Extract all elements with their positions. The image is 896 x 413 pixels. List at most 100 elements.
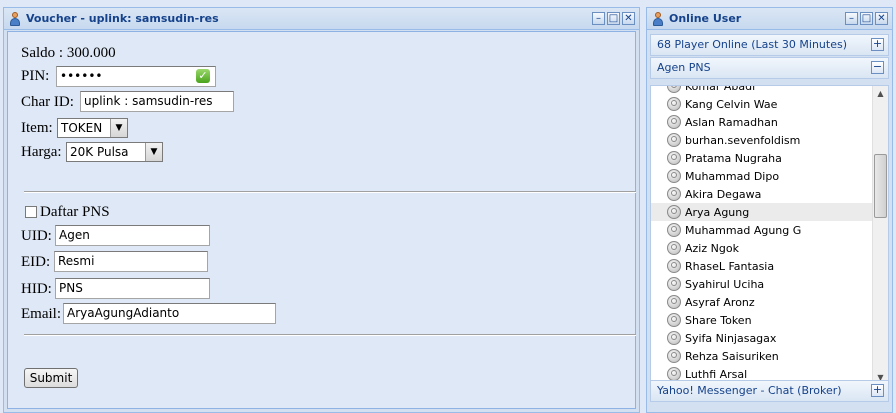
user-list-items: Komar Abadi Kang Celvin Wae Aslan Ramadhan… — [651, 85, 872, 383]
online-players-label: 68 Player Online (Last 30 Minutes) — [657, 38, 847, 51]
daftar-pns-label: Daftar PNS — [40, 204, 110, 220]
user-name: Syifa Ninjasagax — [685, 331, 777, 345]
user-name: Akira Degawa — [685, 187, 762, 201]
eid-input[interactable]: Resmi — [54, 251, 208, 272]
submit-button[interactable]: Submit — [24, 368, 78, 388]
chevron-down-icon[interactable]: ▼ — [110, 119, 127, 137]
online-user-titlebar[interactable]: Online User – □ ✕ — [647, 8, 892, 30]
list-item[interactable]: Aziz Ngok — [651, 239, 872, 257]
hid-label: HID: — [21, 281, 52, 297]
list-item[interactable]: Rehza Saisuriken — [651, 347, 872, 365]
list-item[interactable]: Muhammad Dipo — [651, 167, 872, 185]
list-item[interactable]: Akira Degawa — [651, 185, 872, 203]
user-name: RhaseL Fantasia — [685, 259, 775, 273]
scrollbar[interactable]: ▲ ▼ — [872, 86, 888, 385]
char-id-input[interactable]: uplink : samsudin-res — [80, 91, 234, 112]
list-item[interactable]: Syahirul Uciha — [651, 275, 872, 293]
list-item[interactable]: Kang Celvin Wae — [651, 95, 872, 113]
online-user-window: Online User – □ ✕ 68 Player Online (Last… — [646, 7, 893, 413]
user-status-icon — [667, 295, 681, 309]
voucher-form: Saldo : 300.000 PIN: •••••• ✓ Char ID: u… — [7, 31, 636, 409]
user-name: burhan.sevenfoldism — [685, 133, 801, 147]
list-item[interactable]: Arya Agung — [651, 203, 872, 221]
user-status-icon — [667, 133, 681, 147]
user-name: Kang Celvin Wae — [685, 97, 778, 111]
user-list[interactable]: Komar Abadi Kang Celvin Wae Aslan Ramadhan… — [650, 85, 889, 386]
maximize-icon[interactable]: □ — [860, 12, 873, 25]
list-item[interactable]: Asyraf Aronz — [651, 293, 872, 311]
online-players-section[interactable]: 68 Player Online (Last 30 Minutes) + — [650, 34, 889, 56]
user-name: Aziz Ngok — [685, 241, 739, 255]
plus-icon[interactable]: + — [871, 38, 884, 51]
user-name: Asyraf Aronz — [685, 295, 755, 309]
checkmark-icon: ✓ — [196, 69, 210, 83]
list-item[interactable]: Pratama Nugraha — [651, 149, 872, 167]
list-item[interactable]: Komar Abadi — [651, 85, 872, 95]
scrollbar-thumb[interactable] — [874, 154, 887, 218]
list-item[interactable]: RhaseL Fantasia — [651, 257, 872, 275]
user-status-icon — [667, 86, 681, 93]
minimize-icon[interactable]: – — [592, 12, 605, 25]
user-status-icon — [667, 241, 681, 255]
minus-icon[interactable]: − — [871, 61, 884, 74]
list-item[interactable]: burhan.sevenfoldism — [651, 131, 872, 149]
user-name: Arya Agung — [685, 205, 750, 219]
minimize-icon[interactable]: – — [845, 12, 858, 25]
scroll-up-icon[interactable]: ▲ — [873, 86, 888, 101]
user-status-icon — [667, 115, 681, 129]
user-status-icon — [667, 97, 681, 111]
hid-input[interactable]: PNS — [55, 278, 210, 299]
close-icon[interactable]: ✕ — [622, 12, 635, 25]
user-status-icon — [667, 349, 681, 363]
harga-select[interactable]: 20K Pulsa ▼ — [66, 142, 163, 162]
user-status-icon — [667, 313, 681, 327]
user-icon — [651, 11, 665, 26]
list-item[interactable]: Share Token — [651, 311, 872, 329]
chevron-down-icon[interactable]: ▼ — [145, 143, 162, 161]
agen-pns-section[interactable]: Agen PNS − — [650, 57, 889, 79]
list-item[interactable]: Syifa Ninjasagax — [651, 329, 872, 347]
item-select[interactable]: TOKEN ▼ — [57, 118, 128, 138]
user-name: Komar Abadi — [685, 85, 756, 93]
window-title: Voucher - uplink: samsudin-res — [26, 12, 219, 25]
user-status-icon — [667, 151, 681, 165]
user-status-icon — [667, 205, 681, 219]
harga-label: Harga: — [21, 144, 62, 160]
user-name: Share Token — [685, 313, 752, 327]
window-title: Online User — [669, 12, 742, 25]
char-id-label: Char ID: — [21, 94, 74, 110]
uid-input[interactable]: Agen — [55, 225, 210, 246]
user-name: Pratama Nugraha — [685, 151, 782, 165]
eid-label: EID: — [21, 254, 51, 270]
user-status-icon — [667, 331, 681, 345]
user-status-icon — [667, 169, 681, 183]
daftar-pns-checkbox[interactable] — [25, 206, 37, 218]
maximize-icon[interactable]: □ — [607, 12, 620, 25]
uid-label: UID: — [21, 228, 52, 244]
close-icon[interactable]: ✕ — [875, 12, 888, 25]
plus-icon[interactable]: + — [871, 384, 884, 397]
list-item[interactable]: Aslan Ramadhan — [651, 113, 872, 131]
voucher-titlebar[interactable]: Voucher - uplink: samsudin-res – □ ✕ — [4, 8, 639, 30]
user-status-icon — [667, 187, 681, 201]
yahoo-chat-section[interactable]: Yahoo! Messenger - Chat (Broker) + — [650, 380, 889, 402]
user-status-icon — [667, 223, 681, 237]
harga-select-value: 20K Pulsa — [70, 145, 129, 159]
email-label: Email: — [21, 306, 61, 322]
divider — [24, 334, 636, 336]
pin-input[interactable]: •••••• — [56, 66, 216, 87]
user-name: Syahirul Uciha — [685, 277, 765, 291]
item-label: Item: — [21, 120, 53, 136]
email-input[interactable]: AryaAgungAdianto — [63, 303, 276, 324]
item-select-value: TOKEN — [61, 121, 103, 135]
list-item[interactable]: Muhammad Agung G — [651, 221, 872, 239]
saldo-text: Saldo : 300.000 — [21, 45, 116, 61]
yahoo-chat-label: Yahoo! Messenger - Chat (Broker) — [657, 384, 842, 397]
user-icon — [8, 11, 22, 26]
user-status-icon — [667, 277, 681, 291]
user-name: Luthfi Arsal — [685, 367, 748, 381]
user-name: Muhammad Agung G — [685, 223, 802, 237]
user-name: Muhammad Dipo — [685, 169, 780, 183]
agen-pns-label: Agen PNS — [657, 61, 711, 74]
divider — [24, 191, 636, 193]
